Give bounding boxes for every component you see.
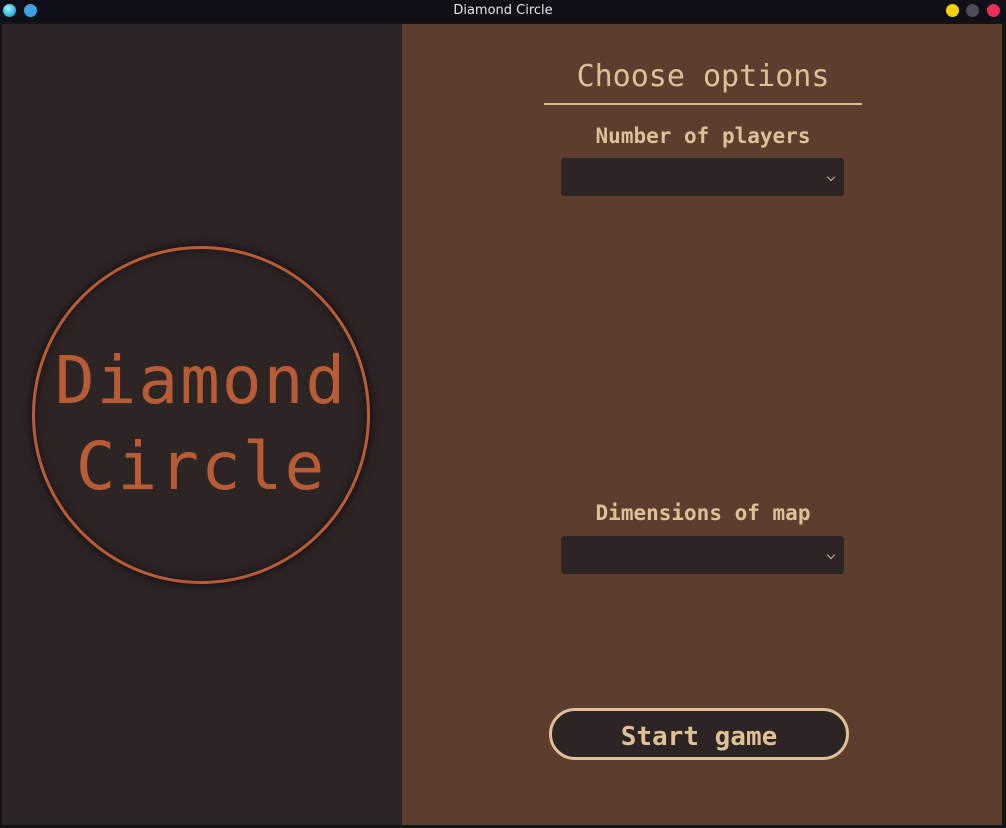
heading-underline	[544, 103, 862, 105]
title-bar: Diamond Circle	[0, 0, 1006, 22]
logo-text-line-2: Circle	[75, 428, 327, 505]
dimensions-select[interactable]	[561, 536, 844, 574]
players-select[interactable]	[561, 158, 844, 196]
players-label: Number of players	[595, 124, 811, 148]
minimize-icon[interactable]	[946, 4, 959, 17]
window-title: Diamond Circle	[453, 3, 553, 18]
logo-panel: Diamond Circle	[2, 24, 402, 825]
maximize-icon[interactable]	[966, 4, 979, 17]
options-panel: Choose options Number of players Dimensi…	[402, 24, 1002, 825]
options-heading: Choose options	[576, 59, 830, 94]
chevron-down-icon	[826, 172, 836, 182]
dimensions-label: Dimensions of map	[595, 501, 811, 525]
app-window: Diamond Circle Diamond Circle Choose opt…	[0, 0, 1006, 828]
chevron-down-icon	[826, 550, 836, 560]
logo-text-line-1: Diamond	[54, 342, 348, 419]
start-game-button[interactable]: Start game	[549, 708, 849, 760]
close-icon[interactable]	[987, 4, 1000, 17]
